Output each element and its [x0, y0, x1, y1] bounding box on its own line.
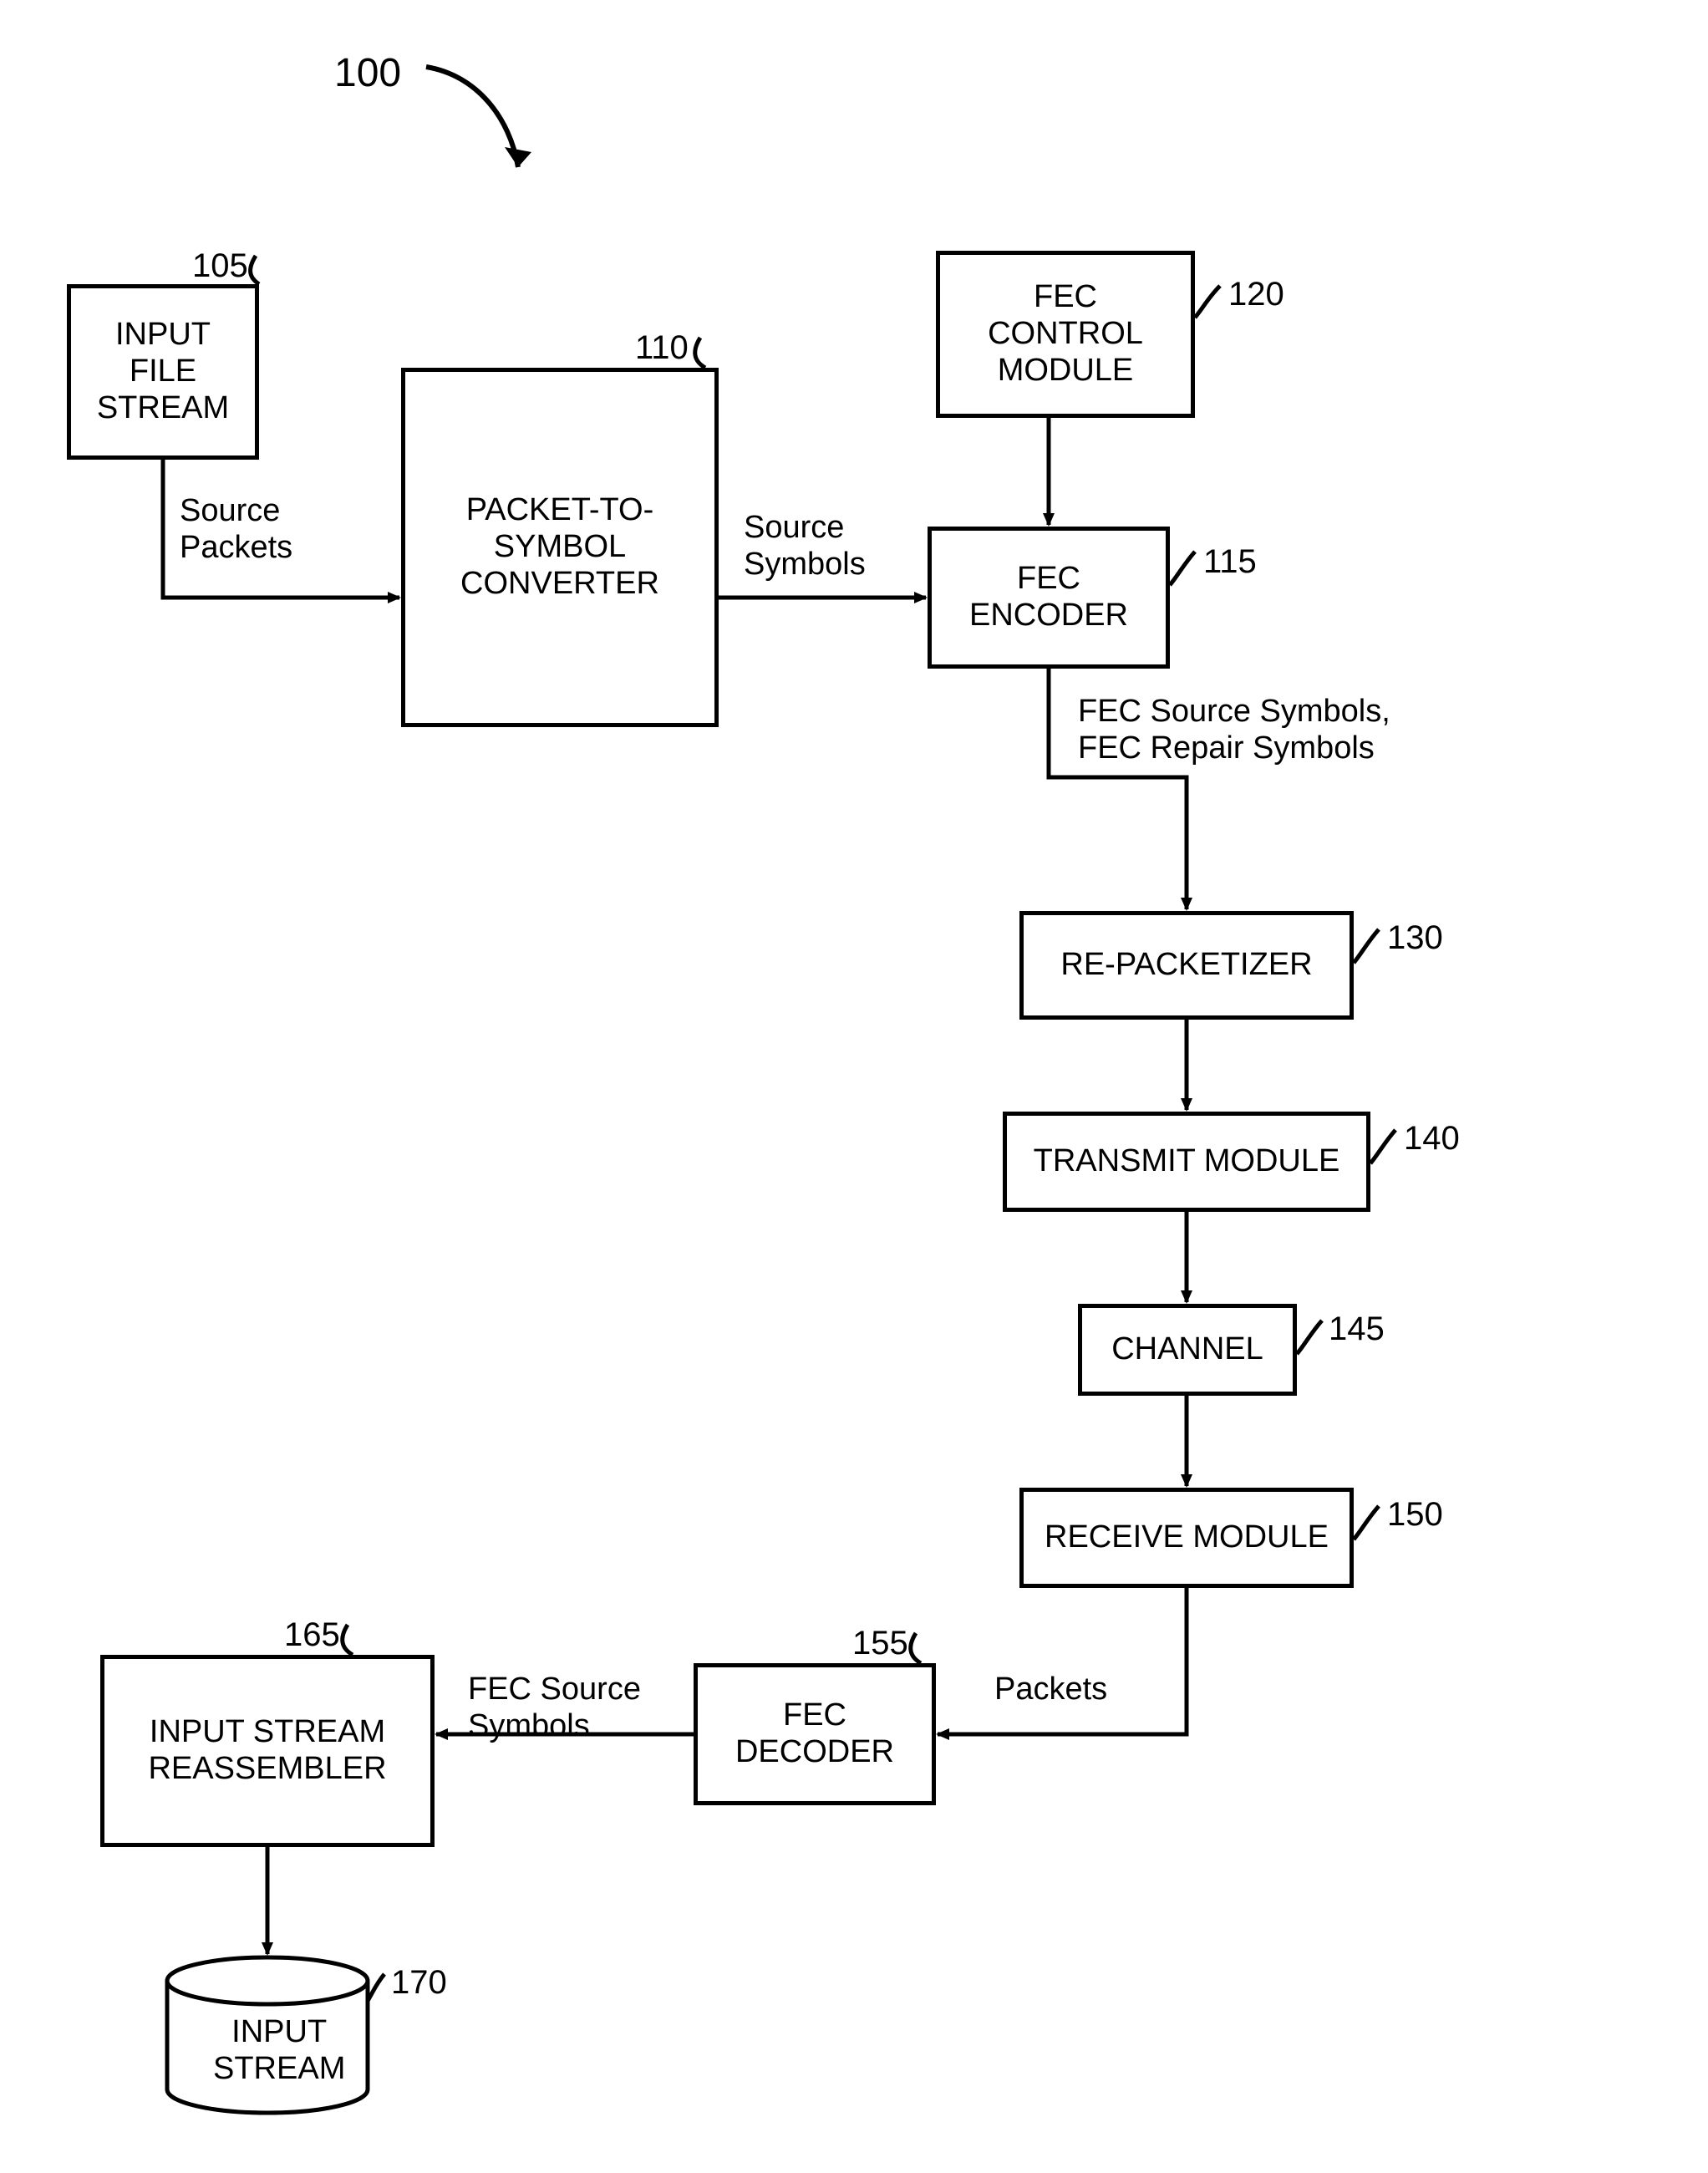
- ref-130: 130: [1387, 919, 1443, 957]
- block-label: INPUTFILESTREAM: [97, 317, 229, 426]
- edge-label-source-symbols: SourceSymbols: [744, 510, 866, 583]
- block-packet-to-symbol-converter: PACKET-TO-SYMBOLCONVERTER: [401, 368, 719, 727]
- block-label: PACKET-TO-SYMBOLCONVERTER: [460, 492, 659, 602]
- edge-label-source-packets: SourcePackets: [180, 493, 292, 566]
- block-re-packetizer: RE-PACKETIZER: [1019, 911, 1354, 1020]
- ref-165: 165: [284, 1616, 340, 1654]
- block-fec-control-module: FECCONTROLMODULE: [936, 251, 1195, 418]
- ref-105: 105: [192, 247, 248, 285]
- block-fec-encoder: FECENCODER: [928, 527, 1170, 669]
- block-label: RE-PACKETIZER: [1060, 947, 1312, 984]
- ref-115: 115: [1203, 543, 1257, 581]
- block-label: CHANNEL: [1111, 1331, 1263, 1368]
- ref-145: 145: [1329, 1310, 1385, 1348]
- block-input-stream-reassembler: INPUT STREAMREASSEMBLER: [100, 1655, 435, 1847]
- block-channel: CHANNEL: [1078, 1304, 1297, 1396]
- ref-150: 150: [1387, 1496, 1443, 1534]
- diagram-stage: 100 INPUTFILESTREAM 105 PACKET-TO-SYMBOL…: [0, 0, 1708, 2173]
- ref-155: 155: [852, 1625, 908, 1662]
- block-label: INPUT STREAMREASSEMBLER: [148, 1714, 386, 1787]
- figure-ref-100: 100: [334, 50, 401, 96]
- block-transmit-module: TRANSMIT MODULE: [1003, 1112, 1370, 1212]
- block-input-file-stream: INPUTFILESTREAM: [67, 284, 259, 460]
- block-fec-decoder: FECDECODER: [694, 1663, 936, 1805]
- ref-140: 140: [1404, 1120, 1460, 1158]
- cylinder-label: INPUTSTREAM: [213, 2014, 345, 2087]
- block-label: FECDECODER: [735, 1697, 894, 1770]
- edge-label-fec-source-symbols: FEC SourceSymbols: [468, 1672, 641, 1744]
- edge-label-packets: Packets: [994, 1672, 1107, 1708]
- block-label: RECEIVE MODULE: [1045, 1519, 1329, 1556]
- block-label: FECCONTROLMODULE: [988, 279, 1143, 389]
- block-label: TRANSMIT MODULE: [1034, 1143, 1340, 1180]
- ref-120: 120: [1228, 276, 1284, 313]
- ref-170: 170: [391, 1964, 447, 2002]
- edge-label-fec-symbols: FEC Source Symbols,FEC Repair Symbols: [1078, 694, 1390, 766]
- ref-110: 110: [635, 329, 689, 367]
- block-label: FECENCODER: [969, 561, 1128, 634]
- block-receive-module: RECEIVE MODULE: [1019, 1488, 1354, 1588]
